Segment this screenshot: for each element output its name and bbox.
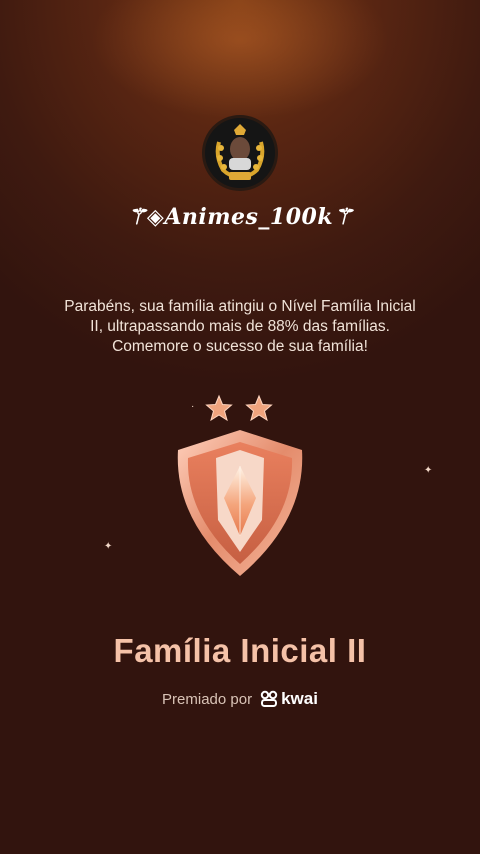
sparkle-icon: ✦ (424, 465, 433, 476)
star-icon (245, 394, 273, 422)
awarded-by-label: Premiado por (162, 690, 253, 708)
kwai-logo-icon (260, 690, 278, 707)
user-avatar-icon (205, 118, 275, 188)
shield-badge-icon (177, 430, 303, 576)
family-level-award-screen: · ✦ ✦ ⚚◈Animes_100k⚚ Parabéns, sua famíl… (0, 0, 480, 854)
level-stars (205, 394, 273, 422)
star-icon (205, 394, 233, 422)
avatar[interactable] (205, 118, 275, 188)
awarded-by: Premiado por kwai (0, 689, 480, 709)
congratulations-message: Parabéns, sua família atingiu o Nível Fa… (64, 298, 416, 355)
kwai-brand-text: kwai (281, 689, 318, 708)
sparkle-icon: ✦ (104, 541, 113, 552)
sparkle-icon: · (191, 401, 195, 412)
background-glow (90, 0, 390, 120)
kwai-logo: kwai (260, 689, 318, 709)
level-title: Família Inicial II (113, 632, 367, 669)
username: ⚚◈Animes_100k⚚ (126, 204, 354, 230)
